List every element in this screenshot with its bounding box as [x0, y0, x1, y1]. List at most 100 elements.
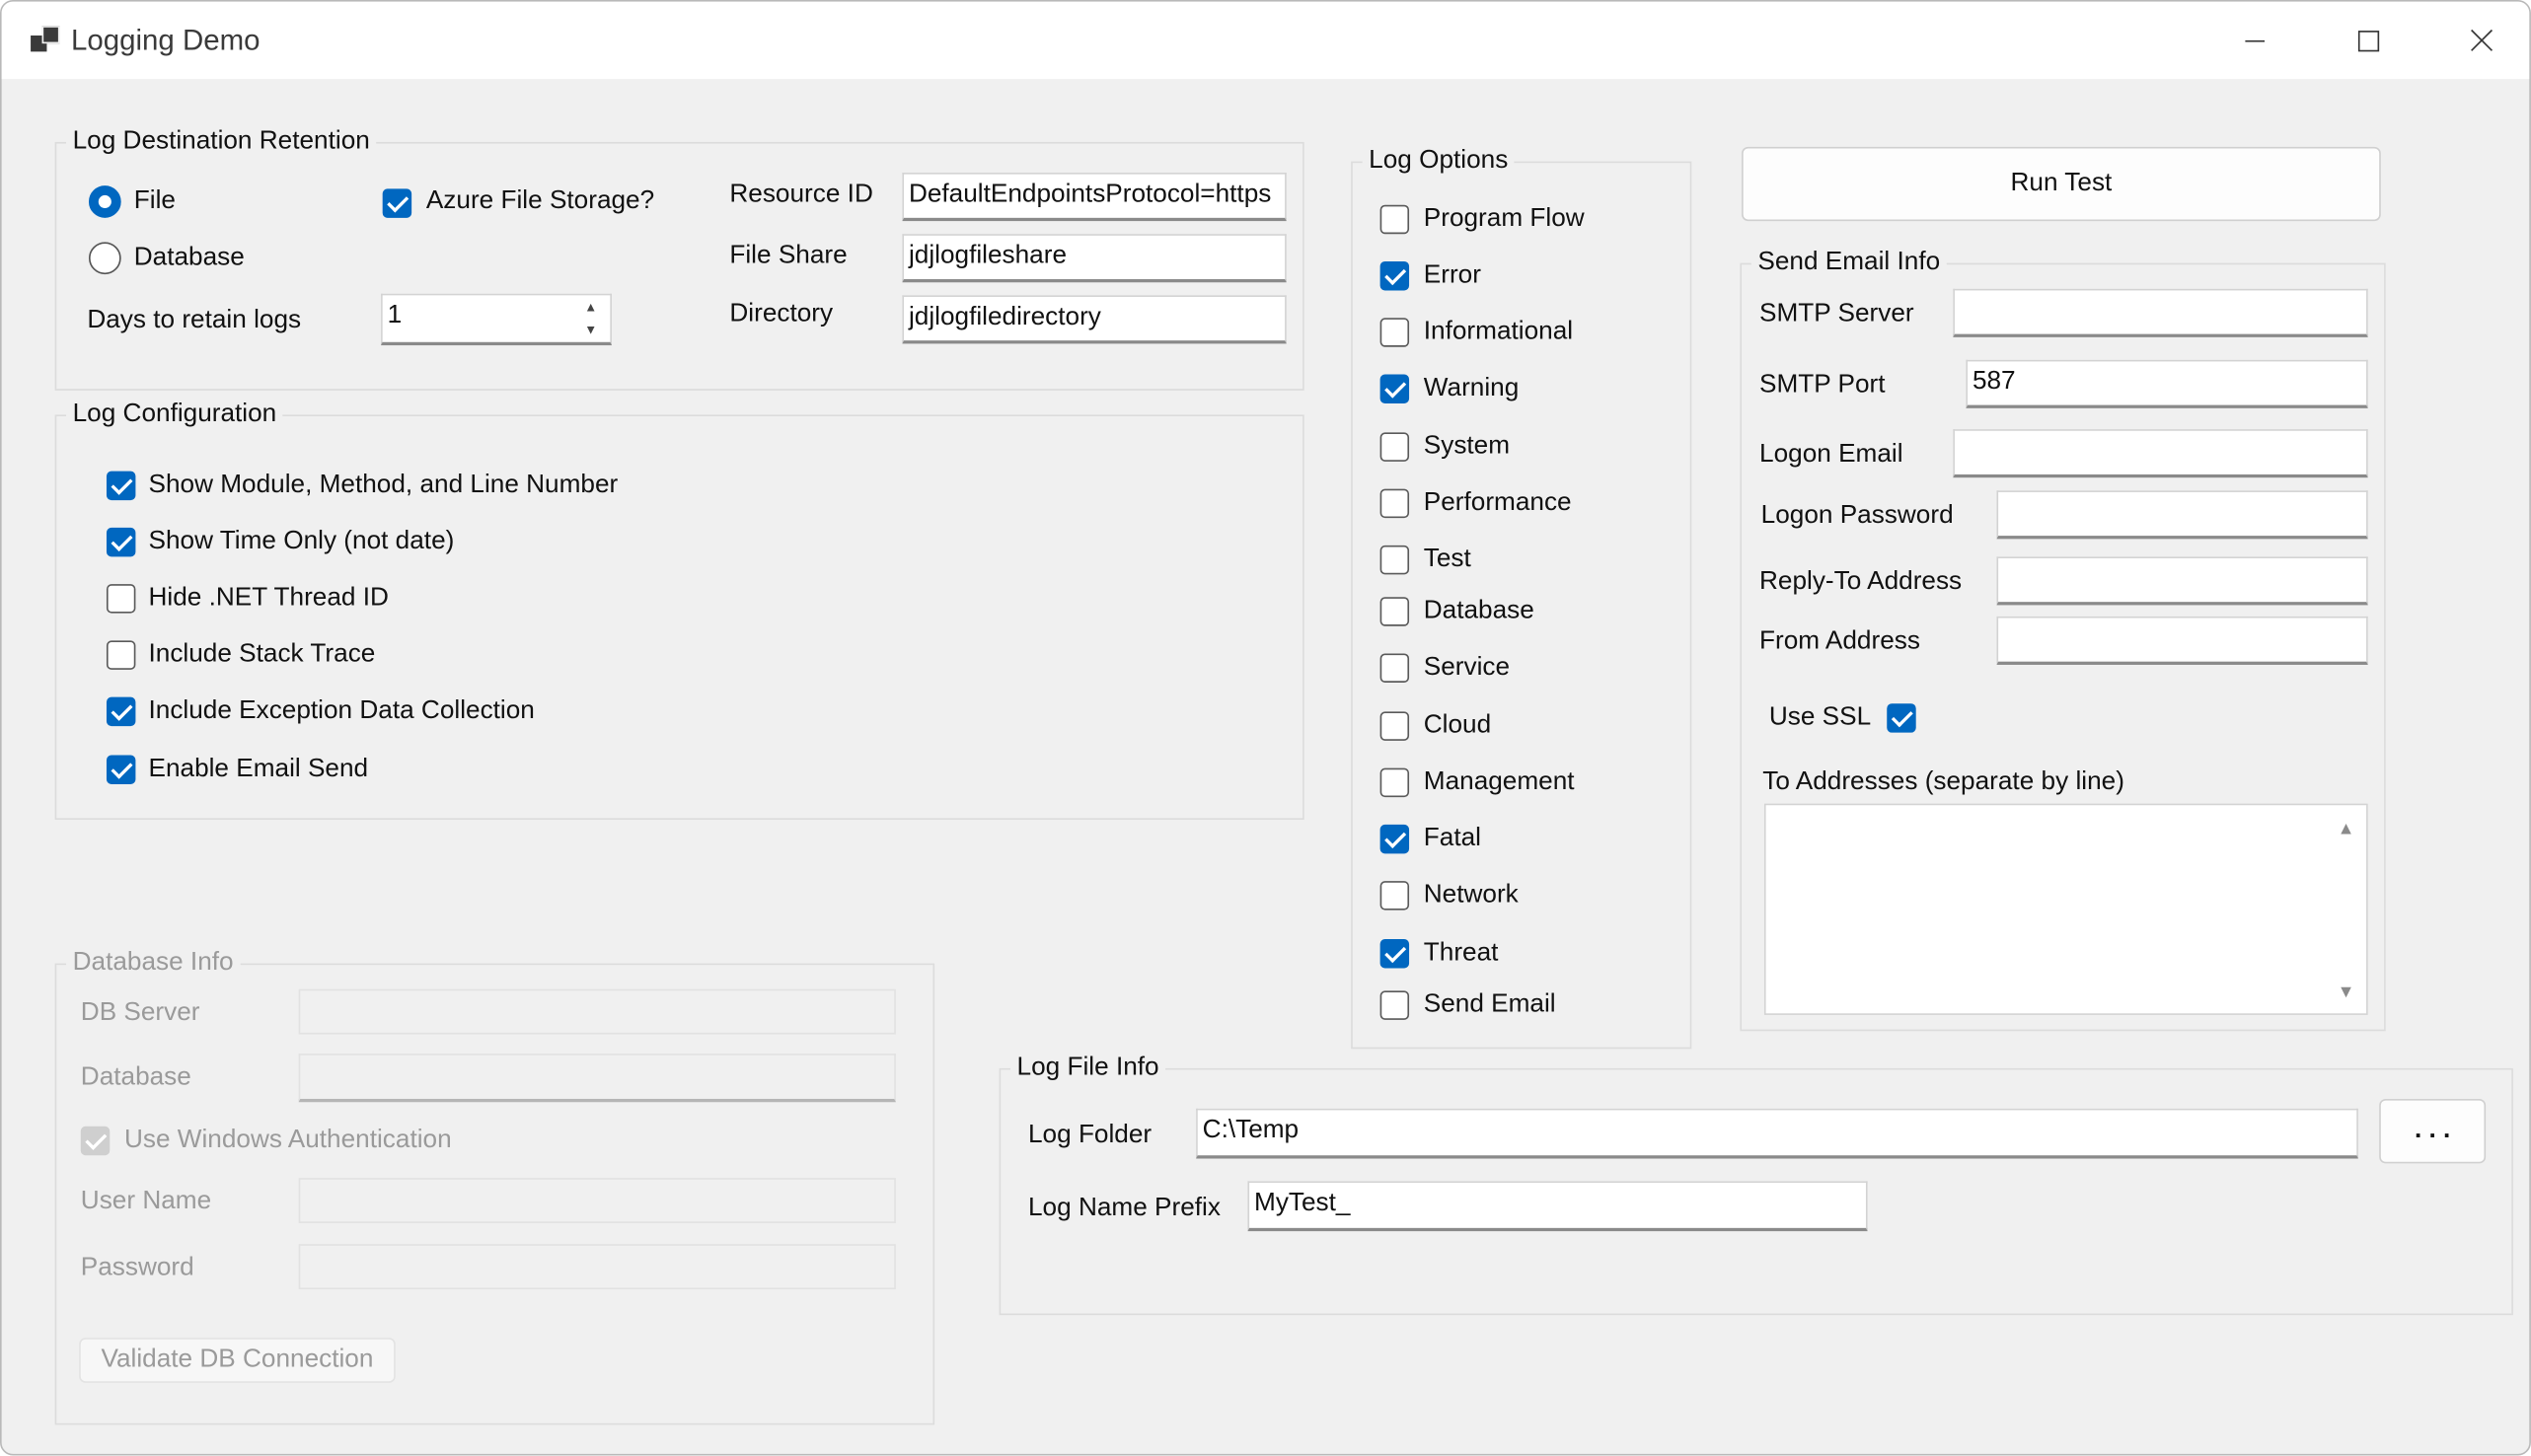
database-info-legend: Database Info — [66, 945, 241, 982]
log-file-info-legend: Log File Info — [1010, 1050, 1166, 1086]
use-ssl-checkbox[interactable] — [1887, 703, 1916, 733]
log-prefix-input[interactable]: MyTest_ — [1247, 1181, 1868, 1232]
config-checkbox-hide-net-thread-id[interactable] — [106, 584, 136, 614]
db-name-input[interactable] — [298, 1054, 896, 1103]
log-option-label: Cloud — [1423, 711, 1492, 740]
log-option-label: Program Flow — [1423, 204, 1585, 233]
log-option-checkbox-informational[interactable] — [1379, 318, 1410, 347]
log-option-checkbox-cloud[interactable] — [1379, 711, 1410, 741]
user-name-label: User Name — [80, 1187, 212, 1215]
validate-db-button[interactable]: Validate DB Connection — [79, 1338, 396, 1383]
run-test-button[interactable]: Run Test — [1742, 146, 2381, 222]
config-checkbox-include-exception-data-collection[interactable] — [106, 696, 136, 727]
log-folder-input[interactable]: C:\Temp — [1196, 1108, 2358, 1159]
config-label: Enable Email Send — [148, 755, 369, 783]
title-bar: Logging Demo — [1, 1, 2530, 80]
spin-down-icon[interactable]: ▼ — [571, 320, 610, 340]
logon-password-input[interactable] — [1996, 490, 2368, 540]
db-server-input[interactable] — [298, 988, 896, 1035]
close-button[interactable] — [2450, 15, 2514, 66]
log-option-checkbox-send-email[interactable] — [1379, 990, 1410, 1020]
days-to-retain-value: 1 — [387, 301, 403, 329]
log-option-label: Threat — [1423, 939, 1499, 967]
directory-label: Directory — [729, 300, 834, 328]
smtp-server-input[interactable] — [1953, 288, 2368, 337]
browse-folder-button[interactable]: . . . — [2379, 1098, 2487, 1164]
azure-file-storage-checkbox[interactable] — [382, 188, 412, 218]
minimize-icon — [2245, 39, 2266, 42]
config-label: Show Time Only (not date) — [148, 527, 455, 555]
scroll-down-icon[interactable]: ▼ — [2338, 983, 2355, 1002]
file-radio-label: File — [133, 186, 176, 215]
spin-up-icon[interactable]: ▲ — [571, 297, 610, 318]
windows-auth-checkbox[interactable] — [80, 1126, 111, 1156]
smtp-port-input[interactable]: 587 — [1966, 359, 2368, 408]
from-address-input[interactable] — [1996, 616, 2368, 665]
config-checkbox-show-module-method-and-line-number[interactable] — [106, 471, 136, 501]
maximize-button[interactable] — [2336, 15, 2400, 66]
main-window: Logging Demo Log Destination Retention F… — [0, 0, 2531, 1456]
log-option-label: System — [1423, 432, 1511, 461]
db-server-label: DB Server — [80, 998, 200, 1027]
log-option-checkbox-network[interactable] — [1379, 881, 1410, 910]
reply-to-label: Reply-To Address — [1759, 567, 1963, 596]
resource-id-label: Resource ID — [729, 181, 873, 209]
send-email-legend: Send Email Info — [1750, 245, 1947, 281]
log-configuration-legend: Log Configuration — [66, 397, 283, 433]
file-share-label: File Share — [729, 242, 848, 270]
directory-input[interactable]: jdjlogfiledirectory — [902, 295, 1287, 344]
log-folder-label: Log Folder — [1028, 1121, 1153, 1149]
from-address-label: From Address — [1759, 627, 1920, 656]
log-destination-legend: Log Destination Retention — [66, 123, 377, 160]
log-option-checkbox-performance[interactable] — [1379, 488, 1410, 519]
log-option-label: Performance — [1423, 488, 1572, 517]
smtp-server-label: SMTP Server — [1759, 300, 1914, 328]
config-checkbox-show-time-only-not-date[interactable] — [106, 527, 136, 557]
log-option-checkbox-threat[interactable] — [1379, 939, 1410, 969]
window-title: Logging Demo — [70, 24, 261, 57]
log-option-checkbox-program-flow[interactable] — [1379, 204, 1410, 235]
log-option-checkbox-system[interactable] — [1379, 432, 1410, 462]
log-option-checkbox-management[interactable] — [1379, 767, 1410, 798]
scroll-up-icon[interactable]: ▲ — [2338, 820, 2355, 839]
to-addresses-label: To Addresses (separate by line) — [1762, 767, 2124, 796]
password-input[interactable] — [298, 1244, 896, 1290]
maximize-icon — [2357, 31, 2380, 52]
log-option-label: Error — [1423, 260, 1481, 289]
user-name-input[interactable] — [298, 1178, 896, 1223]
days-spinner[interactable]: ▲ ▼ — [571, 297, 610, 342]
log-option-checkbox-database[interactable] — [1379, 597, 1410, 626]
log-option-label: Warning — [1423, 374, 1520, 402]
log-option-checkbox-error[interactable] — [1379, 260, 1410, 291]
file-radio[interactable] — [88, 185, 121, 218]
db-name-label: Database — [80, 1062, 191, 1091]
minimize-button[interactable] — [2222, 15, 2286, 66]
logon-email-input[interactable] — [1953, 429, 2368, 478]
to-addresses-textarea[interactable]: ▲ ▼ — [1763, 803, 2368, 1015]
resource-id-input[interactable]: DefaultEndpointsProtocol=https — [902, 173, 1287, 222]
log-option-checkbox-service[interactable] — [1379, 653, 1410, 683]
log-option-checkbox-fatal[interactable] — [1379, 824, 1410, 854]
smtp-port-label: SMTP Port — [1759, 371, 1886, 400]
config-label: Include Stack Trace — [148, 640, 376, 669]
app-icon — [31, 26, 60, 54]
log-option-label: Fatal — [1423, 824, 1481, 852]
log-option-label: Management — [1423, 767, 1575, 796]
log-option-label: Service — [1423, 653, 1511, 682]
password-label: Password — [80, 1254, 194, 1281]
reply-to-input[interactable] — [1996, 556, 2368, 606]
windows-auth-label: Use Windows Authentication — [123, 1126, 452, 1154]
log-option-label: Informational — [1423, 318, 1574, 346]
config-checkbox-enable-email-send[interactable] — [106, 755, 136, 784]
log-option-label: Test — [1423, 545, 1471, 573]
days-to-retain-label: Days to retain logs — [87, 306, 302, 334]
logon-email-label: Logon Email — [1759, 440, 1903, 469]
log-option-checkbox-test[interactable] — [1379, 545, 1410, 575]
to-addresses-scrollbar[interactable]: ▲ ▼ — [2326, 806, 2365, 1012]
database-radio[interactable] — [88, 242, 121, 275]
logon-password-label: Logon Password — [1760, 501, 1954, 530]
log-prefix-label: Log Name Prefix — [1028, 1194, 1221, 1222]
log-option-checkbox-warning[interactable] — [1379, 374, 1410, 403]
config-checkbox-include-stack-trace[interactable] — [106, 640, 136, 670]
file-share-input[interactable]: jdjlogfileshare — [902, 234, 1287, 283]
